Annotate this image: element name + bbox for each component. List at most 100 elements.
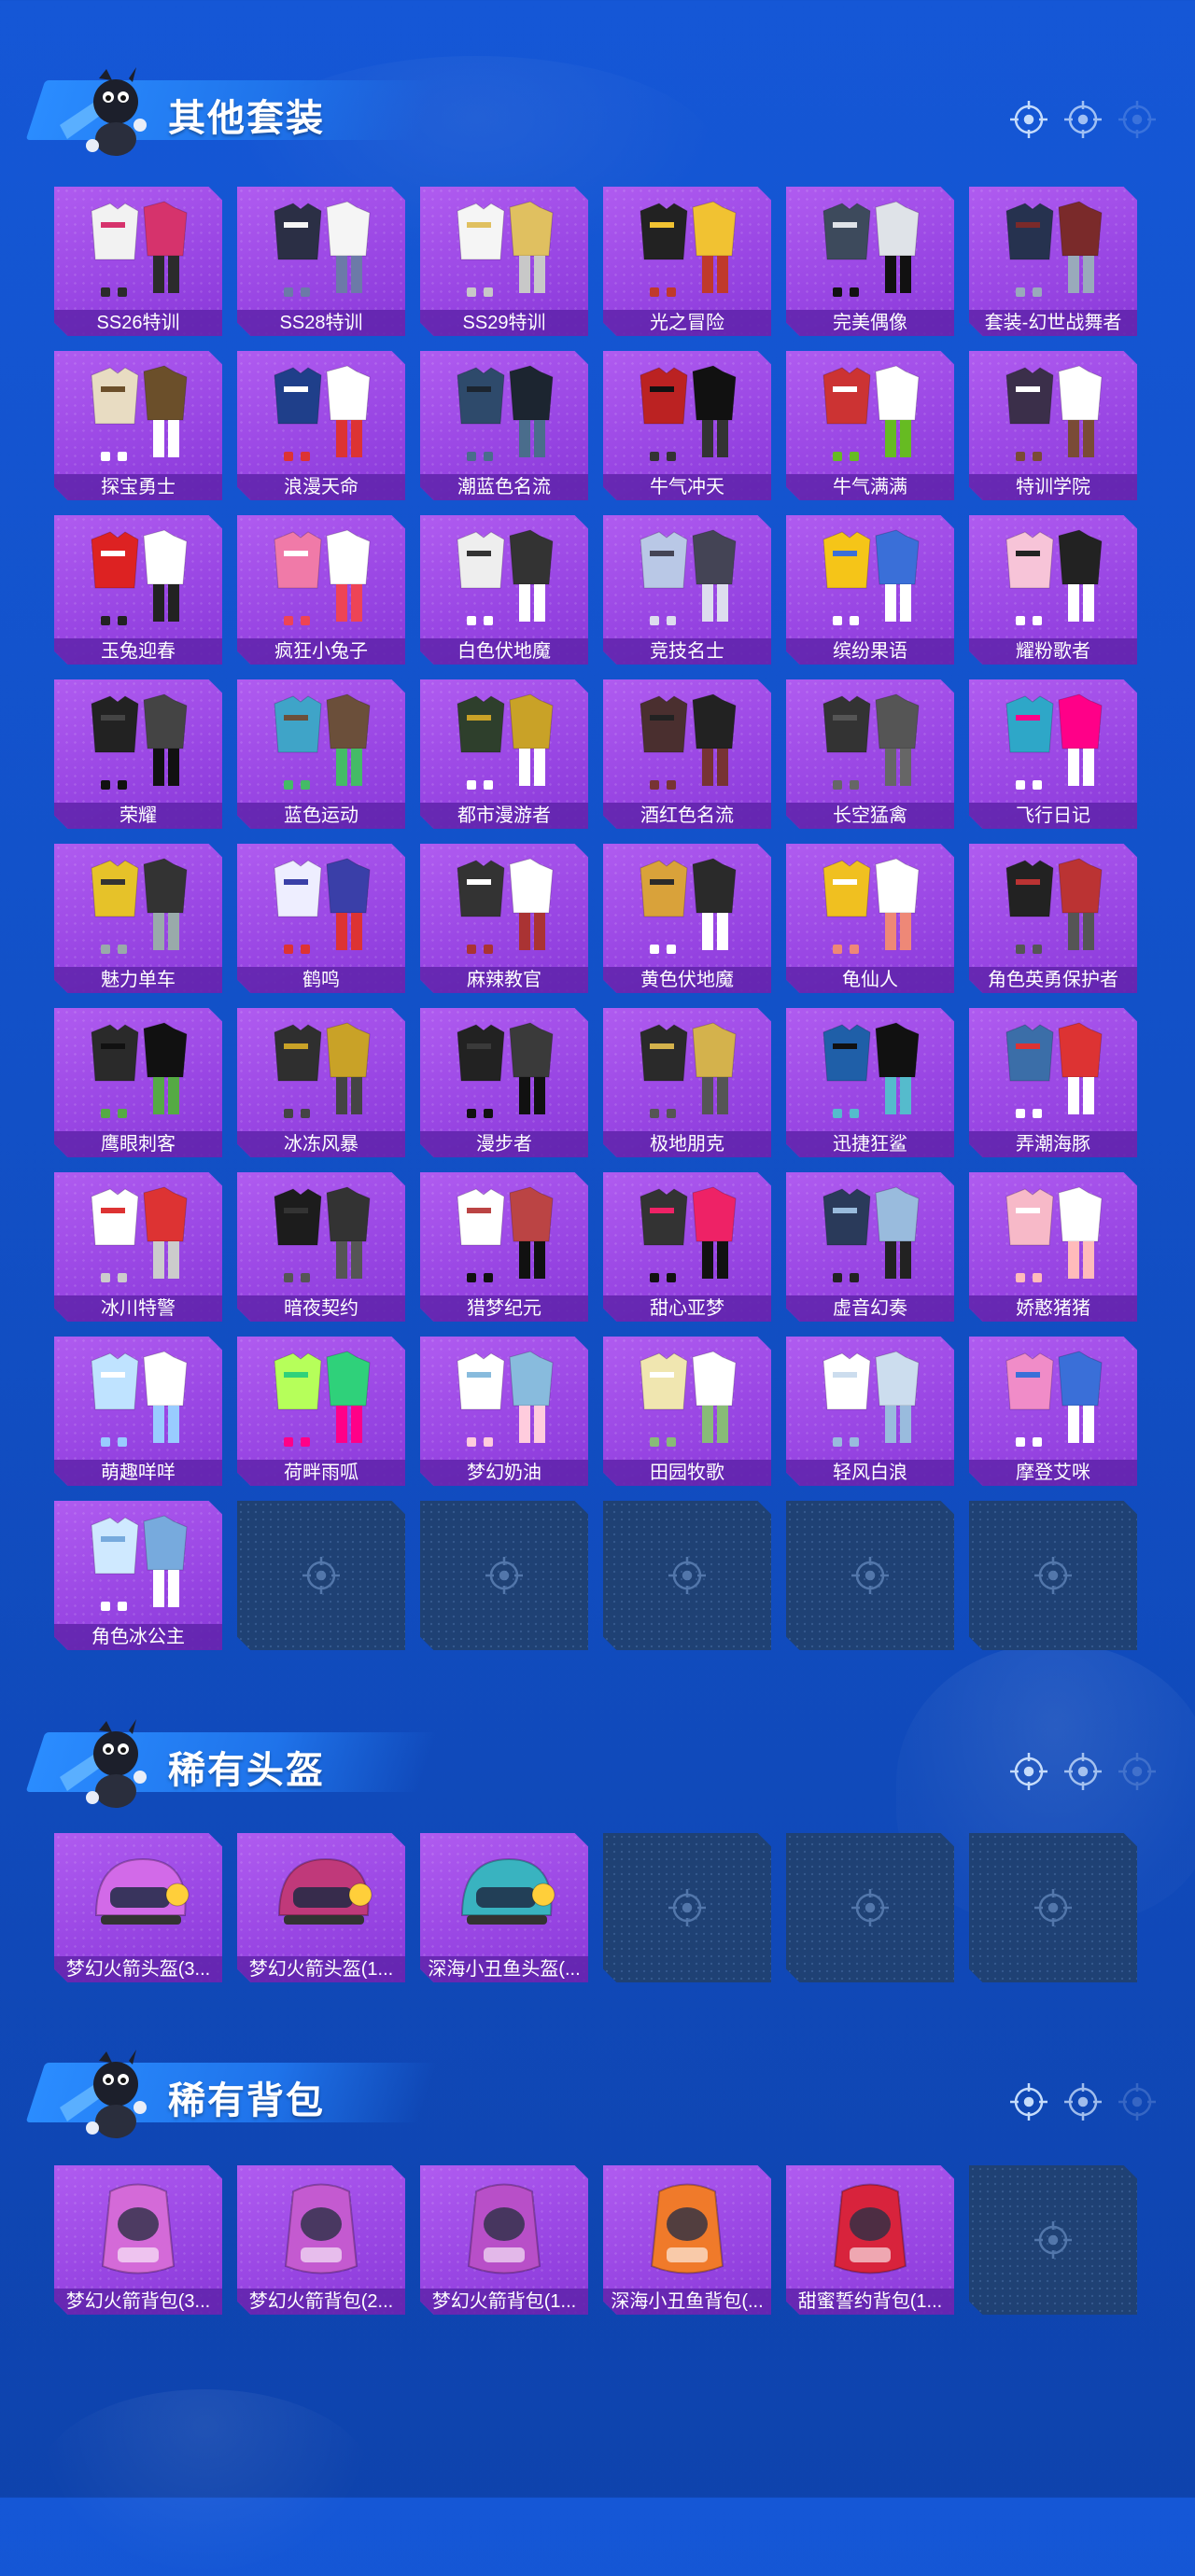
target-icon [667, 1555, 708, 1596]
outfit-image [988, 358, 1118, 470]
item-card[interactable]: 飞行日记 [969, 679, 1137, 829]
item-card[interactable]: SS26特训 [54, 187, 222, 336]
item-card[interactable]: 光之冒险 [603, 187, 771, 336]
item-card[interactable]: 甜心亚梦 [603, 1172, 771, 1322]
item-card[interactable]: 萌趣咩咩 [54, 1337, 222, 1486]
target-icon [1062, 99, 1104, 140]
outfit-image [622, 358, 752, 470]
item-label: 深海小丑鱼头盔(... [420, 1956, 588, 1982]
item-card[interactable]: 酒红色名流 [603, 679, 771, 829]
item-card[interactable]: 迅捷狂鲨 [786, 1008, 954, 1157]
item-label: 轻风白浪 [786, 1460, 954, 1486]
item-card[interactable]: 长空猛禽 [786, 679, 954, 829]
item-card[interactable]: 梦幻火箭背包(3... [54, 2165, 222, 2315]
item-card[interactable]: 潮蓝色名流 [420, 351, 588, 500]
item-card[interactable]: 角色冰公主 [54, 1501, 222, 1650]
item-card[interactable]: 龟仙人 [786, 844, 954, 993]
item-card[interactable]: 竞技名士 [603, 515, 771, 665]
outfit-image [73, 1180, 204, 1292]
item-label: 甜蜜誓约背包(1... [786, 2289, 954, 2315]
item-label: 长空猛禽 [786, 803, 954, 829]
outfit-image [805, 1180, 935, 1292]
item-card[interactable]: 轻风白浪 [786, 1337, 954, 1486]
item-card[interactable]: 暗夜契约 [237, 1172, 405, 1322]
item-card[interactable]: SS28特训 [237, 187, 405, 336]
item-card[interactable]: 角色英勇保护者 [969, 844, 1137, 993]
item-label: 探宝勇士 [54, 474, 222, 500]
header-target-icons [1008, 2081, 1158, 2122]
item-card[interactable]: 套装-幻世战舞者 [969, 187, 1137, 336]
item-card[interactable]: 蓝色运动 [237, 679, 405, 829]
item-card[interactable]: 漫步者 [420, 1008, 588, 1157]
item-card[interactable]: 耀粉歌者 [969, 515, 1137, 665]
mascot-icon [50, 60, 162, 162]
item-card[interactable]: 荣耀 [54, 679, 222, 829]
item-card[interactable]: 鹤鸣 [237, 844, 405, 993]
item-card[interactable]: 娇憨猪猪 [969, 1172, 1137, 1322]
outfit-image [988, 1344, 1118, 1456]
item-card[interactable]: 缤纷果语 [786, 515, 954, 665]
item-label: 鹰眼刺客 [54, 1131, 222, 1157]
header-target-icons [1008, 99, 1158, 140]
item-card[interactable]: 魅力单车 [54, 844, 222, 993]
item-card[interactable]: 浪漫天命 [237, 351, 405, 500]
item-card[interactable]: 麻辣教官 [420, 844, 588, 993]
empty-slot [237, 1501, 405, 1650]
item-label: 田园牧歌 [603, 1460, 771, 1486]
item-label: 荣耀 [54, 803, 222, 829]
target-icon [1008, 2081, 1049, 2122]
item-card[interactable]: 白色伏地魔 [420, 515, 588, 665]
item-label: 耀粉歌者 [969, 638, 1137, 665]
item-card[interactable]: 梦幻火箭头盔(1... [237, 1833, 405, 1982]
item-card[interactable]: 虚音幻奏 [786, 1172, 954, 1322]
item-card[interactable]: 甜蜜誓约背包(1... [786, 2165, 954, 2315]
item-card[interactable]: 鹰眼刺客 [54, 1008, 222, 1157]
backpack-image [256, 2173, 387, 2285]
item-card[interactable]: 冰冻风暴 [237, 1008, 405, 1157]
item-card[interactable]: 玉兔迎春 [54, 515, 222, 665]
item-label: 潮蓝色名流 [420, 474, 588, 500]
item-card[interactable]: 深海小丑鱼背包(... [603, 2165, 771, 2315]
outfit-image [805, 1015, 935, 1127]
item-card[interactable]: 特训学院 [969, 351, 1137, 500]
item-label: 玉兔迎春 [54, 638, 222, 665]
outfit-image [805, 687, 935, 799]
item-card[interactable]: 冰川特警 [54, 1172, 222, 1322]
item-card[interactable]: 深海小丑鱼头盔(... [420, 1833, 588, 1982]
backpack-image [73, 2173, 204, 2285]
item-label: 极地朋克 [603, 1131, 771, 1157]
item-card[interactable]: 都市漫游者 [420, 679, 588, 829]
item-label: 萌趣咩咩 [54, 1460, 222, 1486]
item-card[interactable]: SS29特训 [420, 187, 588, 336]
item-card[interactable]: 完美偶像 [786, 187, 954, 336]
item-card[interactable]: 猎梦纪元 [420, 1172, 588, 1322]
item-card[interactable]: 疯狂小兔子 [237, 515, 405, 665]
item-card[interactable]: 荷畔雨呱 [237, 1337, 405, 1486]
item-card[interactable]: 探宝勇士 [54, 351, 222, 500]
item-card[interactable]: 梦幻火箭头盔(3... [54, 1833, 222, 1982]
item-card[interactable]: 黄色伏地魔 [603, 844, 771, 993]
item-label: 角色冰公主 [54, 1624, 222, 1650]
outfit-image [988, 851, 1118, 963]
outfit-image [805, 851, 935, 963]
target-icon [1033, 1887, 1074, 1928]
item-card[interactable]: 摩登艾咪 [969, 1337, 1137, 1486]
item-card[interactable]: 弄潮海豚 [969, 1008, 1137, 1157]
item-card[interactable]: 田园牧歌 [603, 1337, 771, 1486]
outfit-image [439, 523, 569, 635]
item-card[interactable]: 梦幻火箭背包(2... [237, 2165, 405, 2315]
outfit-image [805, 1344, 935, 1456]
item-card[interactable]: 梦幻奶油 [420, 1337, 588, 1486]
background-globe-decoration-bottom [37, 2389, 373, 2576]
backpack-image [439, 2173, 569, 2285]
item-label: 疯狂小兔子 [237, 638, 405, 665]
item-label: 完美偶像 [786, 310, 954, 336]
outfit-image [622, 523, 752, 635]
item-card[interactable]: 牛气冲天 [603, 351, 771, 500]
item-card[interactable]: 极地朋克 [603, 1008, 771, 1157]
item-card[interactable]: 牛气满满 [786, 351, 954, 500]
target-icon [850, 1555, 891, 1596]
outfit-image [805, 523, 935, 635]
outfit-image [256, 687, 387, 799]
item-card[interactable]: 梦幻火箭背包(1... [420, 2165, 588, 2315]
